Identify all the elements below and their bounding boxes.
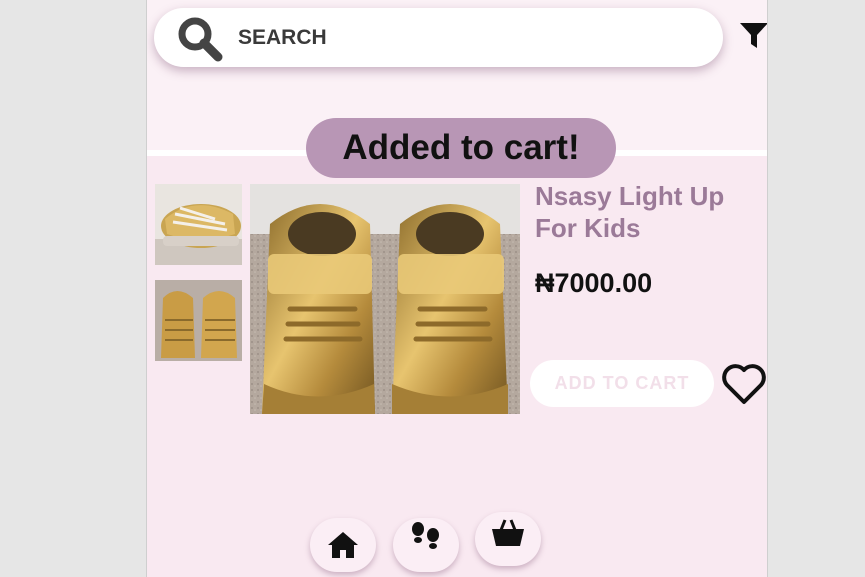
product-thumbnail[interactable]	[155, 280, 242, 361]
search-bar[interactable]	[154, 8, 723, 67]
heart-icon[interactable]	[720, 362, 767, 406]
app-screen: Nsasy Light Up For Kids ₦7000.00 ADD TO …	[146, 0, 768, 577]
home-icon	[327, 531, 359, 559]
footprints-icon	[409, 522, 443, 555]
nav-shoes-button[interactable]	[393, 518, 459, 572]
filter-icon[interactable]	[739, 22, 767, 50]
product-main-image	[250, 184, 520, 414]
basket-icon	[491, 519, 525, 548]
nav-cart-button[interactable]	[475, 512, 541, 566]
product-title: Nsasy Light Up For Kids	[535, 181, 725, 243]
product-price: ₦7000.00	[535, 268, 653, 298]
search-input[interactable]	[236, 22, 700, 54]
product-thumbnail[interactable]	[155, 184, 242, 265]
nav-home-button[interactable]	[310, 518, 376, 572]
add-to-cart-button[interactable]: ADD TO CART	[530, 360, 714, 407]
search-icon[interactable]	[176, 15, 224, 63]
added-to-cart-toast: Added to cart!	[306, 118, 616, 178]
